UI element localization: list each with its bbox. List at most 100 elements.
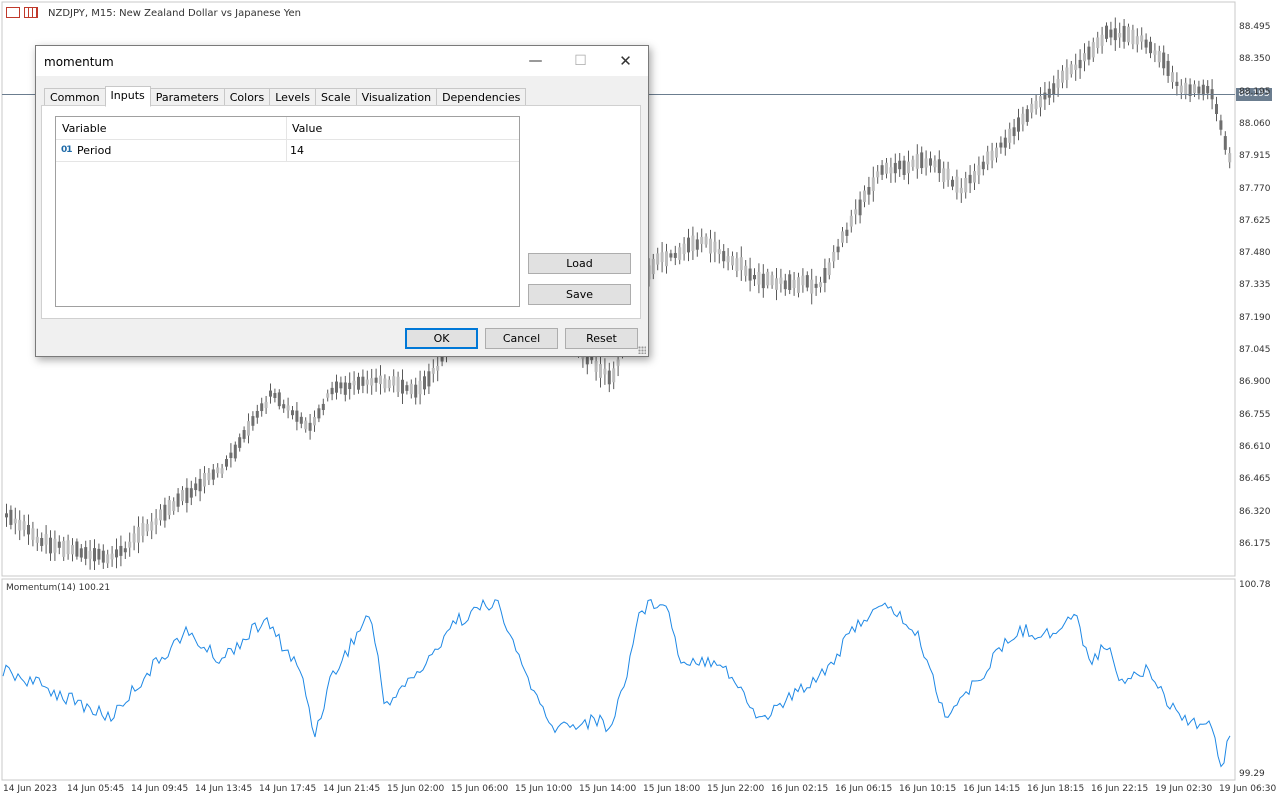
price-axis-label: 86.320 — [1239, 506, 1271, 517]
candle-body — [409, 383, 413, 395]
time-axis-label: 15 Jun 06:00 — [451, 784, 509, 794]
candle-body — [986, 151, 990, 165]
time-axis-label: 16 Jun 14:15 — [963, 784, 1021, 794]
tab-inputs[interactable]: Inputs — [104, 86, 151, 107]
time-axis-label: 15 Jun 22:00 — [707, 784, 765, 794]
candle-body — [607, 370, 611, 385]
candle-body — [189, 488, 193, 498]
candle-body — [163, 504, 167, 521]
resize-grip-icon[interactable] — [638, 346, 646, 354]
candle-body — [396, 376, 400, 392]
time-axis-label: 15 Jun 02:00 — [387, 784, 445, 794]
candle-body — [159, 509, 162, 521]
candle-body — [924, 158, 928, 168]
candle-body — [1030, 103, 1034, 113]
candle-body — [1149, 41, 1152, 54]
period-value[interactable]: 14 — [290, 144, 304, 157]
candle-body — [995, 147, 998, 158]
candle-body — [898, 160, 902, 170]
candle-body — [1096, 37, 1100, 48]
candle-body — [823, 268, 827, 283]
candle-body — [1135, 36, 1139, 45]
candle-body — [211, 469, 215, 480]
candle-body — [753, 275, 756, 280]
candle-body — [110, 553, 114, 560]
candle-body — [247, 421, 250, 436]
candle-body — [423, 376, 426, 390]
dialog-titlebar[interactable]: momentum — ☐ ✕ — [36, 46, 648, 76]
close-icon[interactable]: ✕ — [603, 46, 648, 76]
candle-body — [1025, 109, 1029, 122]
time-axis-label: 14 Jun 2023 — [3, 784, 58, 794]
candle-body — [1034, 100, 1038, 109]
candle-body — [27, 524, 30, 535]
candle-body — [999, 142, 1003, 148]
candle-body — [145, 523, 149, 532]
minimize-icon[interactable]: — — [513, 46, 558, 76]
candle-body — [599, 364, 602, 378]
candle-body — [1047, 88, 1051, 98]
save-button[interactable]: Save — [528, 284, 631, 305]
candle-body — [704, 236, 708, 245]
time-axis-label: 16 Jun 10:15 — [899, 784, 957, 794]
candle-body — [660, 252, 664, 263]
candle-body — [792, 279, 796, 288]
candle-body — [937, 159, 941, 174]
variable-column-header[interactable]: Variable — [62, 122, 107, 135]
candle-body — [335, 381, 338, 393]
candle-body — [379, 375, 382, 385]
indicator-max-label: 100.78 — [1239, 580, 1271, 590]
candle-body — [383, 378, 387, 389]
integer-type-icon: 01 — [61, 145, 72, 155]
candle-body — [814, 283, 818, 288]
value-column-header[interactable]: Value — [292, 122, 322, 135]
candle-body — [352, 380, 356, 386]
candle-body — [436, 365, 440, 371]
time-axis-label: 16 Jun 22:15 — [1091, 784, 1149, 794]
candle-body — [5, 513, 8, 518]
candle-body — [71, 545, 74, 555]
price-axis-label: 86.610 — [1239, 441, 1271, 452]
load-button[interactable]: Load — [528, 253, 631, 274]
candle-body — [339, 382, 343, 389]
candle-body — [326, 393, 330, 398]
candle-body — [1171, 72, 1174, 83]
time-axis-label: 14 Jun 05:45 — [67, 784, 125, 794]
candle-body — [968, 174, 972, 184]
price-axis-label: 86.175 — [1239, 538, 1271, 549]
candle-body — [273, 393, 277, 398]
candle-body — [911, 159, 915, 167]
candle-body — [207, 472, 211, 481]
candle-body — [669, 253, 673, 258]
candle-body — [1179, 85, 1183, 93]
candle-body — [1017, 117, 1020, 132]
candle-body — [920, 152, 924, 169]
candle-body — [264, 401, 268, 409]
candle-body — [959, 187, 963, 194]
candle-body — [291, 410, 294, 416]
candle-body — [185, 487, 189, 503]
chart-type-icon[interactable] — [24, 7, 38, 18]
candle-body — [981, 161, 985, 170]
candle-body — [713, 241, 717, 253]
candle-body — [176, 493, 180, 507]
variable-name: Period — [77, 144, 112, 157]
candle-body — [1012, 127, 1016, 137]
candle-body — [374, 377, 378, 383]
candle-body — [414, 384, 418, 398]
price-axis-label: 86.755 — [1239, 409, 1271, 420]
table-row[interactable]: 01 Period 14 — [56, 140, 519, 162]
maximize-icon[interactable]: ☐ — [558, 46, 603, 76]
time-axis-label: 16 Jun 18:15 — [1027, 784, 1085, 794]
reset-button[interactable]: Reset — [565, 328, 638, 349]
cancel-button[interactable]: Cancel — [485, 328, 558, 349]
candle-body — [1113, 28, 1117, 41]
candle-body — [1228, 153, 1232, 163]
candle-body — [277, 392, 281, 407]
candle-body — [308, 422, 312, 431]
chart-menu-icon[interactable] — [6, 7, 20, 18]
ok-button[interactable]: OK — [405, 328, 478, 349]
candle-body — [1105, 25, 1108, 39]
time-axis-label: 14 Jun 13:45 — [195, 784, 253, 794]
price-axis-label: 87.770 — [1239, 183, 1271, 194]
